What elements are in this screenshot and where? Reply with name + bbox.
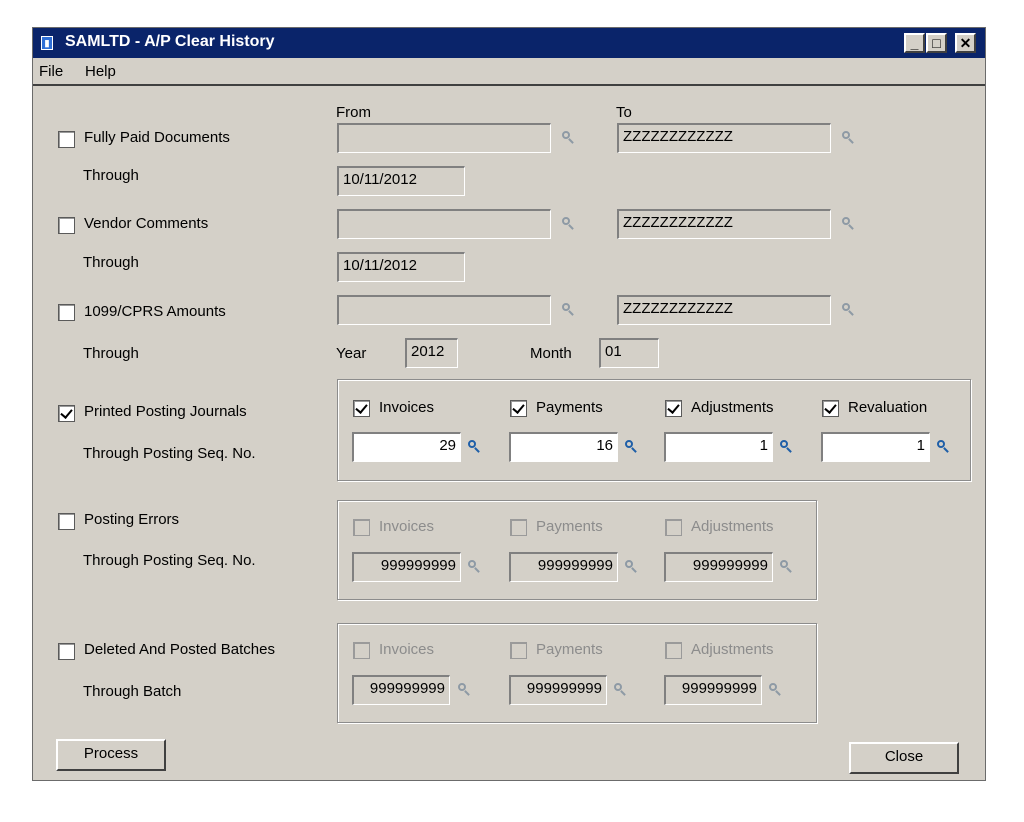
- pe-payments-checkbox[interactable]: [510, 519, 527, 536]
- pe-payments-lookup-icon[interactable]: [624, 559, 638, 573]
- fully-paid-to-lookup-icon[interactable]: [841, 130, 855, 144]
- to-header: To: [616, 104, 632, 121]
- vendor-comments-to-input[interactable]: ZZZZZZZZZZZZ: [617, 209, 831, 239]
- app-icon: ▮: [41, 36, 53, 50]
- close-button[interactable]: Close: [849, 742, 959, 774]
- month-input[interactable]: 01: [599, 338, 659, 368]
- deleted-batches-checkbox[interactable]: [58, 643, 75, 660]
- fully-paid-label: Fully Paid Documents: [84, 129, 230, 146]
- pe-adjustments-checkbox[interactable]: [665, 519, 682, 536]
- pe-payments-label: Payments: [536, 518, 603, 535]
- pj-adjustments-label: Adjustments: [691, 399, 774, 416]
- db-adjustments-label: Adjustments: [691, 641, 774, 658]
- pj-adjustments-seq-input[interactable]: 1: [664, 432, 773, 462]
- pe-adjustments-seq-input[interactable]: 999999999: [664, 552, 773, 582]
- db-adjustments-checkbox[interactable]: [665, 642, 682, 659]
- pj-revaluation-lookup-icon[interactable]: [936, 439, 950, 453]
- menu-file[interactable]: File: [39, 63, 63, 80]
- amounts-1099-label: 1099/CPRS Amounts: [84, 303, 226, 320]
- pe-invoices-lookup-icon[interactable]: [467, 559, 481, 573]
- pe-invoices-checkbox[interactable]: [353, 519, 370, 536]
- posting-errors-through-label: Through Posting Seq. No.: [83, 552, 256, 569]
- amounts-1099-from-input[interactable]: [337, 295, 551, 325]
- year-label: Year: [336, 345, 367, 362]
- fully-paid-through-label: Through: [83, 167, 139, 184]
- pe-payments-seq-input[interactable]: 999999999: [509, 552, 618, 582]
- printed-journals-checkbox[interactable]: [58, 405, 75, 422]
- pe-adjustments-label: Adjustments: [691, 518, 774, 535]
- db-payments-batch-input[interactable]: 999999999: [509, 675, 607, 705]
- amounts-1099-to-lookup-icon[interactable]: [841, 302, 855, 316]
- deleted-batches-group: [337, 623, 817, 723]
- amounts-1099-to-input[interactable]: ZZZZZZZZZZZZ: [617, 295, 831, 325]
- pj-revaluation-checkbox[interactable]: [822, 400, 839, 417]
- pj-adjustments-checkbox[interactable]: [665, 400, 682, 417]
- pe-invoices-seq-input[interactable]: 999999999: [352, 552, 461, 582]
- pj-invoices-seq-input[interactable]: 29: [352, 432, 461, 462]
- db-invoices-checkbox[interactable]: [353, 642, 370, 659]
- printed-journals-through-label: Through Posting Seq. No.: [83, 445, 256, 462]
- vendor-comments-from-lookup-icon[interactable]: [561, 216, 575, 230]
- year-input[interactable]: 2012: [405, 338, 458, 368]
- pe-adjustments-lookup-icon[interactable]: [779, 559, 793, 573]
- printed-journals-label: Printed Posting Journals: [84, 403, 247, 420]
- posting-errors-group: [337, 500, 817, 600]
- month-label: Month: [530, 345, 572, 362]
- vendor-comments-through-label: Through: [83, 254, 139, 271]
- vendor-comments-checkbox[interactable]: [58, 217, 75, 234]
- menu-bar: File Help: [33, 58, 985, 86]
- db-payments-label: Payments: [536, 641, 603, 658]
- title-bar: ▮ SAMLTD - A/P Clear History _ □ ✕: [33, 28, 985, 58]
- pj-payments-seq-input[interactable]: 16: [509, 432, 618, 462]
- vendor-comments-label: Vendor Comments: [84, 215, 209, 232]
- vendor-comments-through-date[interactable]: 10/11/2012: [337, 252, 465, 282]
- db-invoices-batch-input[interactable]: 999999999: [352, 675, 450, 705]
- vendor-comments-to-lookup-icon[interactable]: [841, 216, 855, 230]
- pj-invoices-lookup-icon[interactable]: [467, 439, 481, 453]
- pe-invoices-label: Invoices: [379, 518, 435, 535]
- pj-invoices-checkbox[interactable]: [353, 400, 370, 417]
- close-window-button[interactable]: ✕: [955, 33, 976, 53]
- posting-errors-label: Posting Errors: [84, 511, 180, 528]
- deleted-batches-through-label: Through Batch: [83, 683, 182, 700]
- pj-payments-lookup-icon[interactable]: [624, 439, 638, 453]
- from-header: From: [336, 104, 371, 121]
- fully-paid-through-date[interactable]: 10/11/2012: [337, 166, 465, 196]
- fully-paid-from-input[interactable]: [337, 123, 551, 153]
- pj-payments-label: Payments: [536, 399, 603, 416]
- pj-invoices-label: Invoices: [379, 399, 435, 416]
- process-button[interactable]: Process: [56, 739, 166, 771]
- amounts-1099-through-label: Through: [83, 345, 139, 362]
- fully-paid-checkbox[interactable]: [58, 131, 75, 148]
- fully-paid-to-input[interactable]: ZZZZZZZZZZZZ: [617, 123, 831, 153]
- vendor-comments-from-input[interactable]: [337, 209, 551, 239]
- pj-revaluation-seq-input[interactable]: 1: [821, 432, 930, 462]
- window-title: SAMLTD - A/P Clear History: [65, 33, 275, 50]
- minimize-button[interactable]: _: [904, 33, 925, 53]
- db-invoices-lookup-icon[interactable]: [457, 682, 471, 696]
- pj-revaluation-label: Revaluation: [848, 399, 928, 416]
- fully-paid-from-lookup-icon[interactable]: [561, 130, 575, 144]
- maximize-button[interactable]: □: [926, 33, 947, 53]
- db-payments-checkbox[interactable]: [510, 642, 527, 659]
- db-adjustments-lookup-icon[interactable]: [768, 682, 782, 696]
- pj-payments-checkbox[interactable]: [510, 400, 527, 417]
- pj-adjustments-lookup-icon[interactable]: [779, 439, 793, 453]
- db-payments-lookup-icon[interactable]: [613, 682, 627, 696]
- posting-errors-checkbox[interactable]: [58, 513, 75, 530]
- amounts-1099-from-lookup-icon[interactable]: [561, 302, 575, 316]
- menu-help[interactable]: Help: [85, 63, 116, 80]
- printed-journals-group: [337, 379, 971, 481]
- db-invoices-label: Invoices: [379, 641, 435, 658]
- deleted-batches-label: Deleted And Posted Batches: [84, 641, 275, 658]
- amounts-1099-checkbox[interactable]: [58, 304, 75, 321]
- ap-clear-history-window: ▮ SAMLTD - A/P Clear History _ □ ✕ File …: [32, 27, 986, 781]
- db-adjustments-batch-input[interactable]: 999999999: [664, 675, 762, 705]
